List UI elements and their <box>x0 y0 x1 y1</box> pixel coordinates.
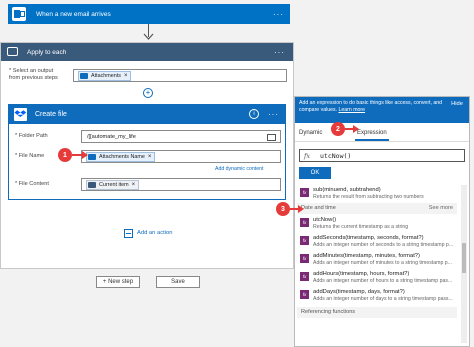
fx-icon: fx <box>300 218 309 227</box>
function-desc: Returns the current timestamp as a strin… <box>313 224 409 230</box>
learn-more-link[interactable]: Learn more <box>339 107 366 113</box>
function-name: utcNow() <box>313 217 337 223</box>
folder-path-field[interactable]: /[[automate_my_life <box>81 130 281 143</box>
see-more-link[interactable]: See more <box>429 203 453 214</box>
trigger-card[interactable]: When a new email arrives ··· <box>8 4 290 24</box>
outlook-icon <box>12 7 26 21</box>
file-name-label: * File Name <box>15 153 45 159</box>
function-list: fx sub(minuend, subtrahend) Returns the … <box>295 185 469 347</box>
info-icon[interactable]: i <box>249 109 259 119</box>
panel-description-text: Add an expression to do basic things lik… <box>299 100 443 113</box>
attachments-token-label: Attachments <box>91 73 121 79</box>
folder-path-label: * Folder Path <box>15 133 48 139</box>
add-action-button[interactable]: Add an action <box>124 228 172 238</box>
list-scrollbar[interactable] <box>461 185 467 343</box>
file-content-label: * File Content <box>15 181 49 187</box>
section-referencing: Referencing functions <box>297 307 457 318</box>
fx-icon: fx <box>300 272 309 281</box>
function-name: addMinutes(timestamp, minutes, format?) <box>313 253 420 259</box>
function-desc: Adds an integer number of minutes to a s… <box>313 260 452 266</box>
function-name: addHours(timestamp, hours, format?) <box>313 271 410 277</box>
function-addhours[interactable]: fx addHours(timestamp, hours, format?) A… <box>297 269 457 286</box>
fx-icon: fx <box>300 188 309 197</box>
apply-to-each-title: Apply to each <box>27 48 67 56</box>
panel-description: Add an expression to do basic things lik… <box>299 100 445 113</box>
create-file-more-button[interactable]: ··· <box>268 110 279 119</box>
ok-button[interactable]: OK <box>299 167 331 179</box>
trigger-title: When a new email arrives <box>36 10 111 18</box>
token-remove-button[interactable]: × <box>124 73 128 79</box>
callout-3: 3 <box>276 202 290 216</box>
tabs-divider <box>295 141 469 142</box>
function-adddays[interactable]: fx addDays(timestamp, days, format?) Add… <box>297 287 457 304</box>
current-item-token[interactable]: Current item × <box>86 180 140 190</box>
loop-icon <box>88 182 96 188</box>
fx-icon: fx <box>300 290 309 299</box>
new-step-button[interactable]: + New step <box>96 276 140 288</box>
function-addseconds[interactable]: fx addSeconds(timestamp, seconds, format… <box>297 233 457 250</box>
select-output-field[interactable]: Attachments × <box>73 69 287 82</box>
function-utcnow[interactable]: fx utcNow() Returns the current timestam… <box>297 215 457 232</box>
apply-to-each-header[interactable]: Apply to each ··· <box>1 43 293 61</box>
loop-icon <box>7 47 18 56</box>
outlook-icon <box>88 154 96 160</box>
apply-to-each-more-button[interactable]: ··· <box>274 48 285 57</box>
fx-icon: fx <box>304 152 311 160</box>
expression-value: utcNow() <box>320 152 352 160</box>
function-name: addDays(timestamp, days, format?) <box>313 289 405 295</box>
fx-icon: fx <box>300 254 309 263</box>
function-desc: Adds an integer number of days to a stri… <box>313 296 453 302</box>
callout-2: 2 <box>331 122 345 136</box>
outlook-icon <box>80 73 88 79</box>
trigger-more-button[interactable]: ··· <box>273 10 284 19</box>
function-name: addSeconds(timestamp, seconds, format?) <box>313 235 424 241</box>
expression-input[interactable]: fx utcNow() <box>299 149 465 162</box>
file-content-field[interactable]: Current item × <box>81 178 281 191</box>
attachments-token[interactable]: Attachments × <box>78 71 132 81</box>
callout-1-arrow <box>72 151 88 159</box>
folder-icon[interactable] <box>267 134 276 141</box>
tab-dynamic[interactable]: Dynamic <box>299 130 322 136</box>
create-file-header[interactable]: Create file i ··· <box>9 105 285 124</box>
add-dynamic-content-link[interactable]: Add dynamic content <box>215 166 263 172</box>
callout-3-arrow <box>290 205 304 213</box>
add-action-label: Add an action <box>137 230 173 236</box>
callout-2-arrow <box>345 125 359 133</box>
function-name: sub(minuend, subtrahend) <box>313 187 381 193</box>
create-file-card: Create file i ··· * Folder Path /[[autom… <box>8 104 286 200</box>
token-remove-button[interactable]: × <box>148 154 152 160</box>
scrollbar-thumb[interactable] <box>462 243 466 273</box>
function-desc: Adds an integer number of seconds to a s… <box>313 242 454 248</box>
function-sub[interactable]: fx sub(minuend, subtrahend) Returns the … <box>297 185 457 202</box>
expression-panel: Add an expression to do basic things lik… <box>294 96 470 347</box>
insert-step-button[interactable]: + <box>143 88 153 98</box>
hide-button[interactable]: Hide <box>451 101 463 107</box>
panel-header: Add an expression to do basic things lik… <box>295 97 469 123</box>
fx-icon: fx <box>300 236 309 245</box>
function-addminutes[interactable]: fx addMinutes(timestamp, minutes, format… <box>297 251 457 268</box>
trigger-header: When a new email arrives <box>8 4 290 24</box>
dropbox-icon <box>14 108 27 121</box>
tab-expression[interactable]: Expression <box>357 130 387 136</box>
callout-1: 1 <box>58 148 72 162</box>
select-output-label: * Select an output from previous steps <box>9 68 58 81</box>
token-remove-button[interactable]: × <box>132 182 136 188</box>
function-desc: Returns the result from subtracting two … <box>313 194 424 200</box>
current-item-token-label: Current item <box>99 182 129 188</box>
arrow-down-icon <box>143 33 154 40</box>
folder-path-value: /[[automate_my_life <box>87 134 136 140</box>
attachments-name-token[interactable]: Attachments Name × <box>86 152 156 162</box>
save-button[interactable]: Save <box>156 276 200 288</box>
section-title: Date and time <box>301 205 336 211</box>
create-file-title: Create file <box>35 111 67 118</box>
file-name-field[interactable]: Attachments Name × <box>81 150 281 163</box>
add-action-icon <box>124 228 133 238</box>
function-desc: Adds an integer number of hours to a str… <box>313 278 453 284</box>
section-title: Referencing functions <box>301 309 356 315</box>
section-date-time: Date and time See more <box>297 203 457 214</box>
attachments-name-token-label: Attachments Name <box>99 154 145 160</box>
